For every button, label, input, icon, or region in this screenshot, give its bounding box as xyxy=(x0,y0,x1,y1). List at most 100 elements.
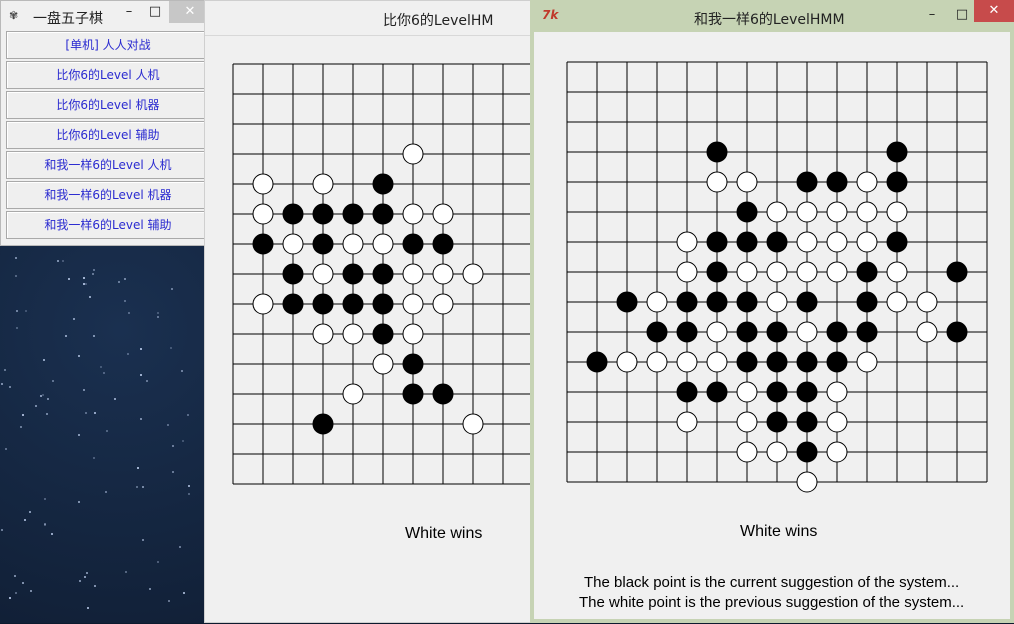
star-decoration xyxy=(83,389,85,391)
same-level-assist-button[interactable]: 和我一样6的Level 辅助 xyxy=(6,211,210,239)
star-decoration xyxy=(1,383,3,385)
star-decoration xyxy=(35,405,37,407)
hm-black-stone xyxy=(342,263,364,285)
star-decoration xyxy=(9,597,11,599)
star-decoration xyxy=(47,398,49,400)
hmm-black-stone xyxy=(796,441,818,463)
hm-black-stone xyxy=(402,353,424,375)
star-decoration xyxy=(85,412,87,414)
star-decoration xyxy=(24,519,26,521)
hmm-white-stone xyxy=(886,201,908,223)
hmm-black-stone xyxy=(706,261,728,283)
hmm-white-stone xyxy=(856,351,878,373)
hm-black-stone xyxy=(282,293,304,315)
hmm-white-stone xyxy=(766,441,788,463)
star-decoration xyxy=(57,260,59,262)
star-decoration xyxy=(125,571,127,573)
hm-black-stone xyxy=(312,413,334,435)
star-decoration xyxy=(105,491,107,493)
star-decoration xyxy=(51,533,53,535)
star-decoration xyxy=(79,580,81,582)
hm-white-stone xyxy=(342,323,364,345)
star-decoration xyxy=(157,312,159,314)
hmm-black-stone xyxy=(886,231,908,253)
level-assist-button[interactable]: 比你6的Level 辅助 xyxy=(6,121,210,149)
hmm-black-stone xyxy=(706,231,728,253)
hmm-white-stone xyxy=(646,351,668,373)
level-machine-button[interactable]: 比你6的Level 机器 xyxy=(6,91,210,119)
star-decoration xyxy=(52,380,54,382)
hm-black-stone xyxy=(312,233,334,255)
star-decoration xyxy=(83,277,85,279)
star-decoration xyxy=(83,283,85,285)
hm-white-stone xyxy=(342,233,364,255)
hm-black-stone xyxy=(432,383,454,405)
star-decoration xyxy=(124,278,126,280)
star-decoration xyxy=(22,414,24,416)
hm-white-stone xyxy=(402,293,424,315)
star-decoration xyxy=(15,275,17,277)
star-decoration xyxy=(93,269,95,271)
hmm-white-stone xyxy=(706,321,728,343)
hmm-white-stone xyxy=(736,411,758,433)
hmm-black-stone xyxy=(796,411,818,433)
hm-white-stone xyxy=(372,233,394,255)
hmm-white-stone xyxy=(766,201,788,223)
hm-white-stone xyxy=(312,263,334,285)
hm-white-stone xyxy=(252,173,274,195)
hm-white-stone xyxy=(252,293,274,315)
hm-white-stone xyxy=(342,383,364,405)
star-decoration xyxy=(44,523,46,525)
hmm-black-stone xyxy=(826,321,848,343)
star-decoration xyxy=(171,288,173,290)
hm-black-stone xyxy=(402,383,424,405)
hmm-white-stone xyxy=(826,201,848,223)
star-decoration xyxy=(137,467,139,469)
hmm-black-stone xyxy=(676,381,698,403)
hm-white-stone xyxy=(432,203,454,225)
gomoku-board-hm[interactable] xyxy=(205,1,533,624)
same-level-hm-button[interactable]: 和我一样6的Level 人机 xyxy=(6,151,210,179)
hmm-game-status: White wins xyxy=(740,523,818,540)
star-decoration xyxy=(86,572,88,574)
star-decoration xyxy=(22,582,24,584)
hmm-black-stone xyxy=(856,261,878,283)
hmm-black-stone xyxy=(706,381,728,403)
hmm-white-stone xyxy=(736,441,758,463)
hmm-black-stone xyxy=(826,171,848,193)
star-decoration xyxy=(9,386,11,388)
mode-pvp-button[interactable]: [单机] 人人对战 xyxy=(6,31,210,59)
hmm-white-stone xyxy=(676,231,698,253)
hm-white-stone xyxy=(402,323,424,345)
hmm-white-stone xyxy=(676,411,698,433)
star-decoration xyxy=(103,372,105,374)
hm-white-stone xyxy=(432,293,454,315)
hmm-white-stone xyxy=(736,171,758,193)
hmm-white-stone xyxy=(826,411,848,433)
star-decoration xyxy=(1,529,3,531)
hmm-black-stone xyxy=(736,201,758,223)
hm-white-stone xyxy=(282,233,304,255)
hm-white-stone xyxy=(402,143,424,165)
hm-black-stone xyxy=(372,203,394,225)
minimize-icon[interactable]: – xyxy=(119,1,139,23)
hmm-white-stone xyxy=(886,261,908,283)
hmm-black-stone xyxy=(766,231,788,253)
hmm-black-stone xyxy=(796,351,818,373)
hmm-black-stone xyxy=(736,351,758,373)
same-level-machine-button[interactable]: 和我一样6的Level 机器 xyxy=(6,181,210,209)
star-decoration xyxy=(15,257,17,259)
hm-black-stone xyxy=(282,263,304,285)
star-decoration xyxy=(140,418,142,420)
hmm-black-stone xyxy=(706,291,728,313)
hmm-white-stone xyxy=(826,381,848,403)
star-decoration xyxy=(94,585,96,587)
star-decoration xyxy=(87,607,89,609)
maximize-icon[interactable]: □ xyxy=(145,1,165,23)
menu-titlebar[interactable]: ✾ 一盘五子棋 – □ ✕ xyxy=(1,1,211,31)
star-decoration xyxy=(114,398,116,400)
star-decoration xyxy=(5,448,7,450)
hm-white-stone xyxy=(462,413,484,435)
level-hm-button[interactable]: 比你6的Level 人机 xyxy=(6,61,210,89)
star-decoration xyxy=(78,501,80,503)
